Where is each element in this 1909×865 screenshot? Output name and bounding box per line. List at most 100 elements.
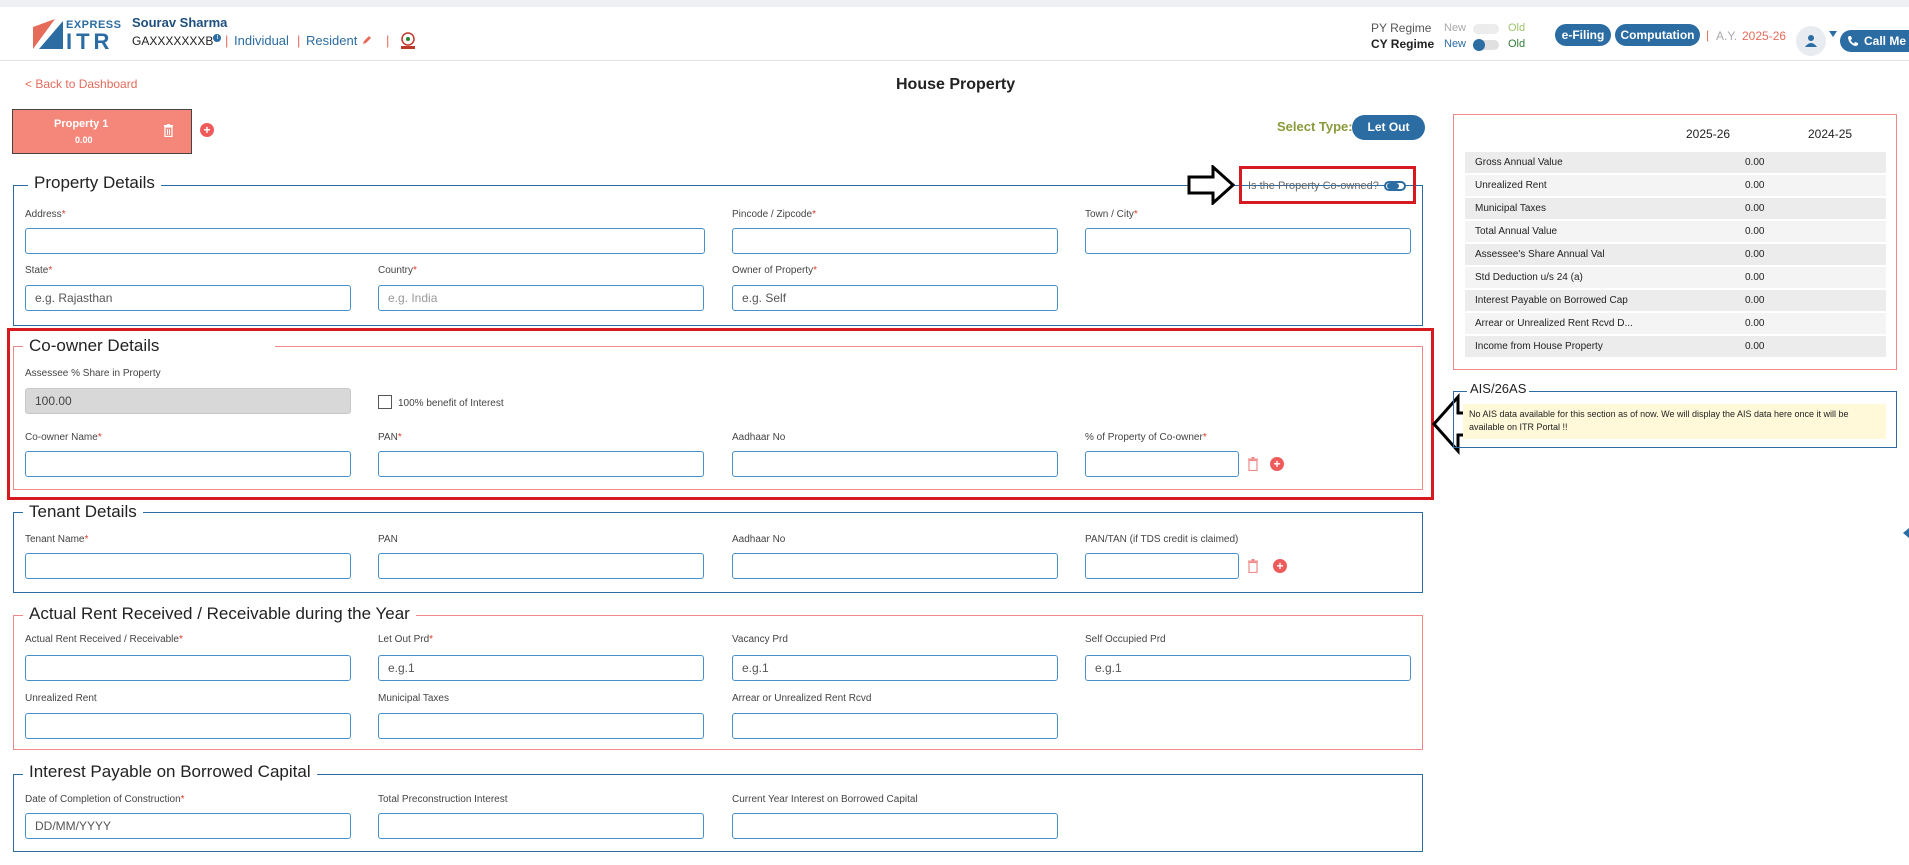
preconstruction-label: Total Preconstruction Interest	[378, 794, 508, 805]
summary-row: Income from House Property 0.00	[1465, 335, 1886, 357]
coowner-name-input[interactable]	[25, 451, 351, 477]
delete-coowner-icon[interactable]	[1247, 457, 1259, 471]
pincode-input[interactable]	[732, 228, 1058, 254]
arrear-input[interactable]	[732, 713, 1058, 739]
summary-col-previous: 2024-25	[1808, 127, 1853, 141]
letout-input[interactable]: e.g.1	[378, 655, 704, 681]
self-occupied-input[interactable]: e.g.1	[1085, 655, 1411, 681]
chevron-down-icon[interactable]	[1829, 31, 1837, 37]
coowner-title: Co-owner Details	[23, 336, 275, 356]
summary-row-value: 0.00	[1745, 180, 1765, 191]
computation-button[interactable]: Computation	[1615, 24, 1700, 46]
summary-row-label: Assessee's Share Annual Val	[1475, 249, 1605, 260]
property-tab[interactable]: Property 1 0.00	[12, 109, 192, 154]
coowner-name-label: Co-owner Name*	[25, 432, 102, 443]
page-title: House Property	[896, 76, 1016, 93]
share-label: Assessee % Share in Property	[25, 368, 161, 379]
toggle-knob	[1387, 183, 1399, 189]
actual-rent-input[interactable]	[25, 655, 351, 681]
summary-row-value: 0.00	[1745, 341, 1765, 352]
tenant-name-input[interactable]	[25, 553, 351, 579]
info-icon[interactable]: i	[213, 34, 222, 42]
tenant-aadhaar-label: Aadhaar No	[732, 534, 786, 545]
benefit-checkbox[interactable]	[378, 395, 392, 409]
country-label: Country*	[378, 265, 417, 276]
summary-row: Total Annual Value 0.00	[1465, 220, 1886, 242]
ais-title: AIS/26AS	[1467, 381, 1530, 396]
coowner-pan-label: PAN*	[378, 432, 402, 443]
preconstruction-input[interactable]	[378, 813, 704, 839]
share-input[interactable]: 100.00	[25, 388, 351, 414]
address-input[interactable]	[25, 228, 705, 254]
summary-row-value: 0.00	[1745, 203, 1765, 214]
py-new-label: New	[1444, 22, 1467, 34]
completion-date-input[interactable]: DD/MM/YYYY	[25, 813, 351, 839]
ay-label: A.Y.	[1716, 29, 1738, 43]
tenant-title: Tenant Details	[23, 502, 143, 522]
summary-row: Std Deduction u/s 24 (a) 0.00	[1465, 266, 1886, 288]
add-coowner-button[interactable]: +	[1270, 457, 1284, 471]
summary-row-label: Std Deduction u/s 24 (a)	[1475, 272, 1583, 283]
summary-row-value: 0.00	[1745, 157, 1765, 168]
efiling-button[interactable]: e-Filing	[1555, 24, 1611, 46]
status-resident[interactable]: Resident	[306, 33, 357, 48]
summary-row-label: Interest Payable on Borrowed Cap	[1475, 295, 1628, 306]
country-input[interactable]: e.g. India	[378, 285, 704, 311]
vacancy-label: Vacancy Prd	[732, 634, 788, 645]
summary-row: Gross Annual Value 0.00	[1465, 151, 1886, 173]
rent-title: Actual Rent Received / Receivable during…	[23, 604, 416, 624]
app-header: EXPRESS ITR Sourav Sharma GAXXXXXXXB i | …	[0, 7, 1909, 61]
coowned-toggle[interactable]	[1384, 181, 1406, 191]
municipal-taxes-input[interactable]	[378, 713, 704, 739]
summary-row: Unrealized Rent 0.00	[1465, 174, 1886, 196]
edit-pencil-icon[interactable]	[361, 34, 373, 46]
state-label: State*	[25, 265, 53, 276]
owner-input[interactable]: e.g. Self	[732, 285, 1058, 311]
tenant-pan-label: PAN	[378, 534, 398, 545]
unrealized-rent-input[interactable]	[25, 713, 351, 739]
add-property-button[interactable]: +	[200, 123, 214, 137]
cy-new-label: New	[1444, 38, 1467, 50]
cy-regime-toggle[interactable]	[1473, 39, 1499, 51]
unrealized-rent-label: Unrealized Rent	[25, 693, 97, 704]
avatar[interactable]	[1796, 26, 1826, 56]
tenant-aadhaar-input[interactable]	[732, 553, 1058, 579]
tenant-pantan-input[interactable]	[1085, 553, 1239, 579]
summary-row: Municipal Taxes 0.00	[1465, 197, 1886, 219]
tenant-pantan-label: PAN/TAN (if TDS credit is claimed)	[1085, 534, 1239, 545]
coowner-aadhaar-label: Aadhaar No	[732, 432, 786, 443]
chevron-left-icon[interactable]	[1903, 528, 1909, 538]
coowner-pan-input[interactable]	[378, 451, 704, 477]
user-icon	[1805, 35, 1817, 47]
town-input[interactable]	[1085, 228, 1411, 254]
delete-property-icon[interactable]	[163, 124, 174, 137]
logo-itr-text: ITR	[66, 29, 114, 54]
py-regime-toggle[interactable]	[1473, 24, 1499, 34]
current-interest-input[interactable]	[732, 813, 1058, 839]
vacancy-input[interactable]: e.g.1	[732, 655, 1058, 681]
coowner-aadhaar-input[interactable]	[732, 451, 1058, 477]
summary-row-label: Municipal Taxes	[1475, 203, 1546, 214]
property-details-title: Property Details	[28, 173, 161, 193]
call-me-button[interactable]: Call Me	[1840, 30, 1909, 52]
delete-tenant-icon[interactable]	[1247, 559, 1259, 573]
pincode-label: Pincode / Zipcode*	[732, 209, 816, 220]
back-to-dashboard-link[interactable]: < Back to Dashboard	[25, 77, 137, 91]
add-tenant-button[interactable]: +	[1273, 559, 1287, 573]
summary-row-label: Income from House Property	[1475, 341, 1603, 352]
summary-row-value: 0.00	[1745, 318, 1765, 329]
town-label: Town / City*	[1085, 209, 1138, 220]
coowner-pct-label: % of Property of Co-owner*	[1085, 432, 1207, 443]
summary-row-label: Arrear or Unrealized Rent Rcvd D...	[1475, 318, 1633, 329]
state-input[interactable]: e.g. Rajasthan	[25, 285, 351, 311]
header-separator: |	[1706, 28, 1710, 42]
coowner-pct-input[interactable]	[1085, 451, 1239, 477]
select-type-button[interactable]: Let Out	[1352, 115, 1425, 140]
property-tab-name: Property 1	[54, 118, 109, 130]
tenant-pan-input[interactable]	[378, 553, 704, 579]
status-individual[interactable]: Individual	[234, 33, 289, 48]
completion-date-label: Date of Completion of Construction*	[25, 794, 185, 805]
ay-value[interactable]: 2025-26	[1742, 29, 1786, 43]
address-label: Address*	[25, 209, 66, 220]
municipal-taxes-label: Municipal Taxes	[378, 693, 449, 704]
